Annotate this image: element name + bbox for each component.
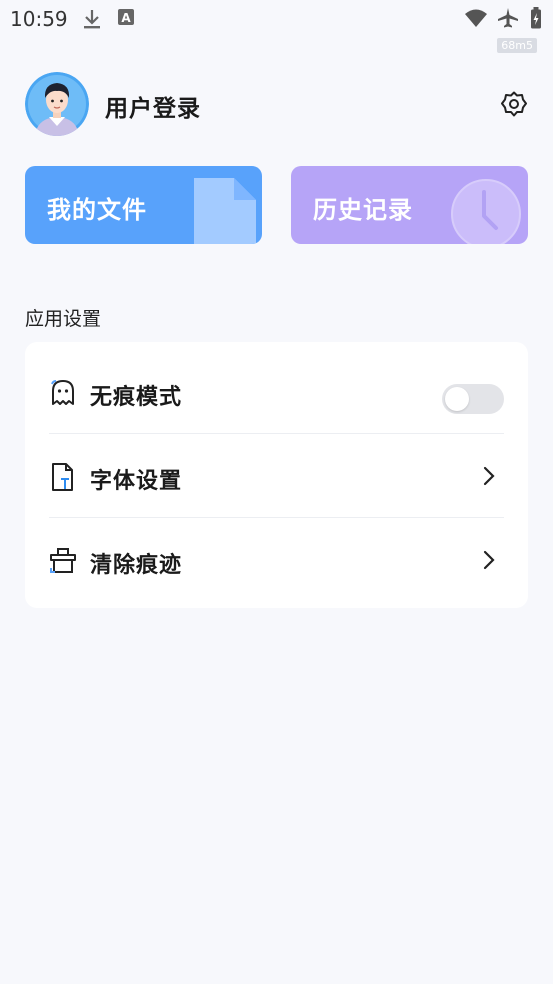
clear-traces-row[interactable]: 清除痕迹: [49, 518, 504, 602]
toggle-knob: [445, 387, 469, 411]
incognito-row: 无痕模式: [49, 350, 504, 434]
history-label: 历史记录: [313, 196, 413, 224]
font-file-icon: [49, 462, 77, 491]
settings-button[interactable]: [500, 90, 528, 118]
login-label[interactable]: 用户登录: [105, 89, 201, 123]
svg-text:A: A: [121, 11, 131, 25]
battery-icon: [530, 7, 542, 33]
font-settings-label: 字体设置: [90, 469, 183, 494]
document-icon: [194, 178, 256, 244]
incognito-label: 无痕模式: [90, 385, 183, 410]
chevron-right-icon: [482, 550, 496, 570]
font-app-icon: A: [117, 8, 135, 30]
wifi-icon: [464, 9, 488, 31]
my-files-label: 我的文件: [47, 196, 147, 224]
user-header: 用户登录: [25, 72, 528, 136]
fps-badge: 68m5: [497, 38, 537, 53]
download-icon: [82, 8, 102, 34]
section-title: 应用设置: [25, 308, 102, 330]
gear-icon: [500, 91, 528, 122]
chevron-right-icon: [482, 466, 496, 486]
airplane-icon: [497, 7, 519, 33]
my-files-card[interactable]: 我的文件: [25, 166, 262, 244]
settings-panel: 无痕模式 字体设置 清除痕迹: [25, 342, 528, 608]
history-card[interactable]: 历史记录: [291, 166, 528, 244]
incognito-toggle[interactable]: [442, 384, 504, 414]
ghost-icon: [49, 378, 77, 406]
status-time: 10:59: [10, 7, 68, 31]
avatar[interactable]: [25, 72, 89, 136]
font-settings-row[interactable]: 字体设置: [49, 434, 504, 518]
clock-icon: [450, 178, 522, 244]
status-bar: 10:59 A 68m5: [0, 0, 553, 53]
broom-box-icon: [49, 546, 77, 574]
clear-traces-label: 清除痕迹: [90, 553, 183, 578]
